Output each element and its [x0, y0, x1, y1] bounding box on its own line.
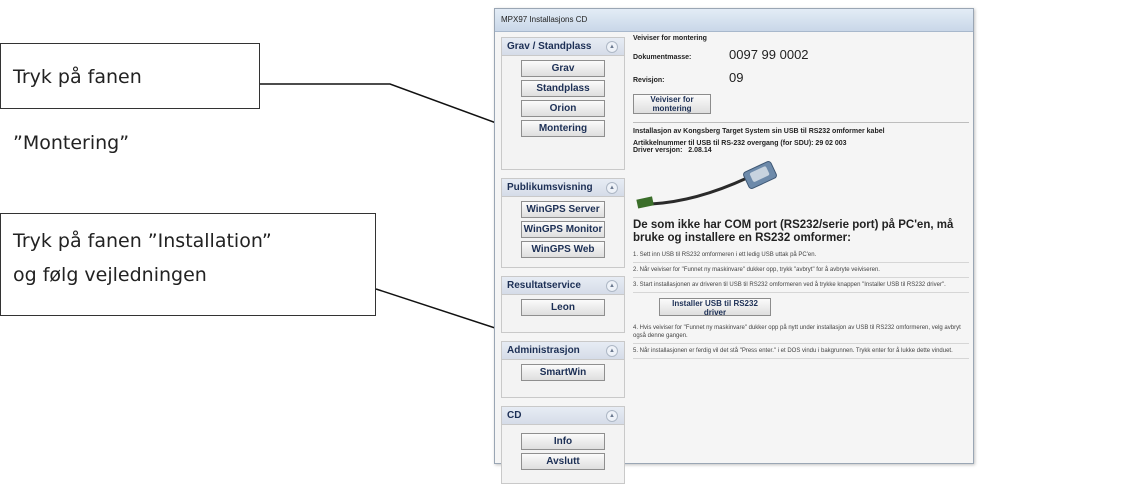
- orion-button[interactable]: Orion: [521, 100, 605, 117]
- install-driver-button[interactable]: Installer USB til RS232 driver: [659, 298, 771, 317]
- divider: [633, 122, 969, 123]
- group-header-administrasjon[interactable]: Administrasjon ▲: [502, 342, 624, 360]
- step-item: 5. Når installasjonen er ferdig vil det …: [633, 344, 969, 359]
- group-publikumsvisning: Publikumsvisning ▲ WinGPS Server WinGPS …: [501, 178, 625, 268]
- driver-label: Driver versjon:: [633, 147, 683, 154]
- leon-button[interactable]: Leon: [521, 299, 605, 316]
- step-item: 2. Når veiviser for "Funnet ny maskinvar…: [633, 263, 969, 278]
- group-resultatservice: Resultatservice ▲ Leon: [501, 276, 625, 333]
- group-title: CD: [507, 410, 522, 421]
- collapse-chevron-icon[interactable]: ▲: [606, 280, 618, 292]
- com-port-heading: De som ikke har COM port (RS232/serie po…: [633, 219, 954, 244]
- wingps-web-button[interactable]: WinGPS Web: [521, 241, 605, 258]
- window-title: MPX97 Installasjons CD: [501, 15, 588, 24]
- group-title: Publikumsvisning: [507, 182, 593, 193]
- group-header-grav-standplass[interactable]: Grav / Standplass ▲: [502, 38, 624, 56]
- group-header-publikumsvisning[interactable]: Publikumsvisning ▲: [502, 179, 624, 197]
- avslutt-button[interactable]: Avslutt: [521, 453, 605, 470]
- standplass-button[interactable]: Standplass: [521, 80, 605, 97]
- doc-value: 0097 99 0002: [729, 47, 809, 62]
- group-header-cd[interactable]: CD ▲: [502, 407, 624, 425]
- group-title: Resultatservice: [507, 280, 581, 291]
- rev-label: Revisjon:: [633, 77, 665, 84]
- installer-window: MPX97 Installasjons CD Grav / Standplass…: [494, 8, 974, 484]
- collapse-chevron-icon[interactable]: ▲: [606, 182, 618, 194]
- smartwin-button[interactable]: SmartWin: [521, 364, 605, 381]
- montering-button[interactable]: Montering: [521, 120, 605, 137]
- collapse-chevron-icon[interactable]: ▲: [606, 41, 618, 53]
- arrow-to-montering: [260, 83, 518, 131]
- wizard-section-title: Veiviser for montering: [633, 35, 707, 42]
- collapse-chevron-icon[interactable]: ▲: [606, 410, 618, 422]
- collapse-chevron-icon[interactable]: ▲: [606, 345, 618, 357]
- article-number: Artikkelnummer til USB til RS-232 overga…: [633, 140, 847, 147]
- sidebar: Grav / Standplass ▲ Grav Standplass Orio…: [501, 37, 625, 492]
- group-grav-standplass: Grav / Standplass ▲ Grav Standplass Orio…: [501, 37, 625, 170]
- group-administrasjon: Administrasjon ▲ SmartWin: [501, 341, 625, 398]
- info-button[interactable]: Info: [521, 433, 605, 450]
- group-title: Grav / Standplass: [507, 41, 592, 52]
- steps-list: 1. Sett inn USB til RS232 omformeren i e…: [633, 248, 969, 293]
- step-item: 4. Hvis veiviser for "Funnet ny maskinva…: [633, 321, 969, 344]
- group-header-resultatservice[interactable]: Resultatservice ▲: [502, 277, 624, 295]
- window-titlebar: MPX97 Installasjons CD: [495, 9, 973, 32]
- rev-value: 09: [729, 70, 744, 85]
- usb-cable-image: [636, 160, 777, 209]
- wizard-button[interactable]: Veiviser for montering: [633, 94, 711, 114]
- doc-label: Dokumentmasse:: [633, 54, 692, 61]
- install-section-title: Installasjon av Kongsberg Target System …: [633, 128, 885, 135]
- group-title: Administrasjon: [507, 345, 580, 356]
- driver-value: 2.08.14: [688, 147, 712, 154]
- wingps-monitor-button[interactable]: WinGPS Monitor: [521, 221, 605, 238]
- driver-row: Driver versjon: 2.08.14: [633, 147, 969, 154]
- wingps-server-button[interactable]: WinGPS Server: [521, 201, 605, 218]
- step-item: 1. Sett inn USB til RS232 omformeren i e…: [633, 248, 969, 263]
- step-item: 3. Start installasjonen av driveren til …: [633, 278, 969, 293]
- group-cd: CD ▲ Info Avslutt: [501, 406, 625, 484]
- steps-after-list: 4. Hvis veiviser for "Funnet ny maskinva…: [633, 321, 969, 359]
- grav-button[interactable]: Grav: [521, 60, 605, 77]
- doc-row: Dokumentmasse: 0097 99 0002: [633, 47, 969, 62]
- rev-row: Revisjon: 09: [633, 70, 969, 85]
- main-content: Veiviser for montering Dokumentmasse: 00…: [633, 35, 969, 359]
